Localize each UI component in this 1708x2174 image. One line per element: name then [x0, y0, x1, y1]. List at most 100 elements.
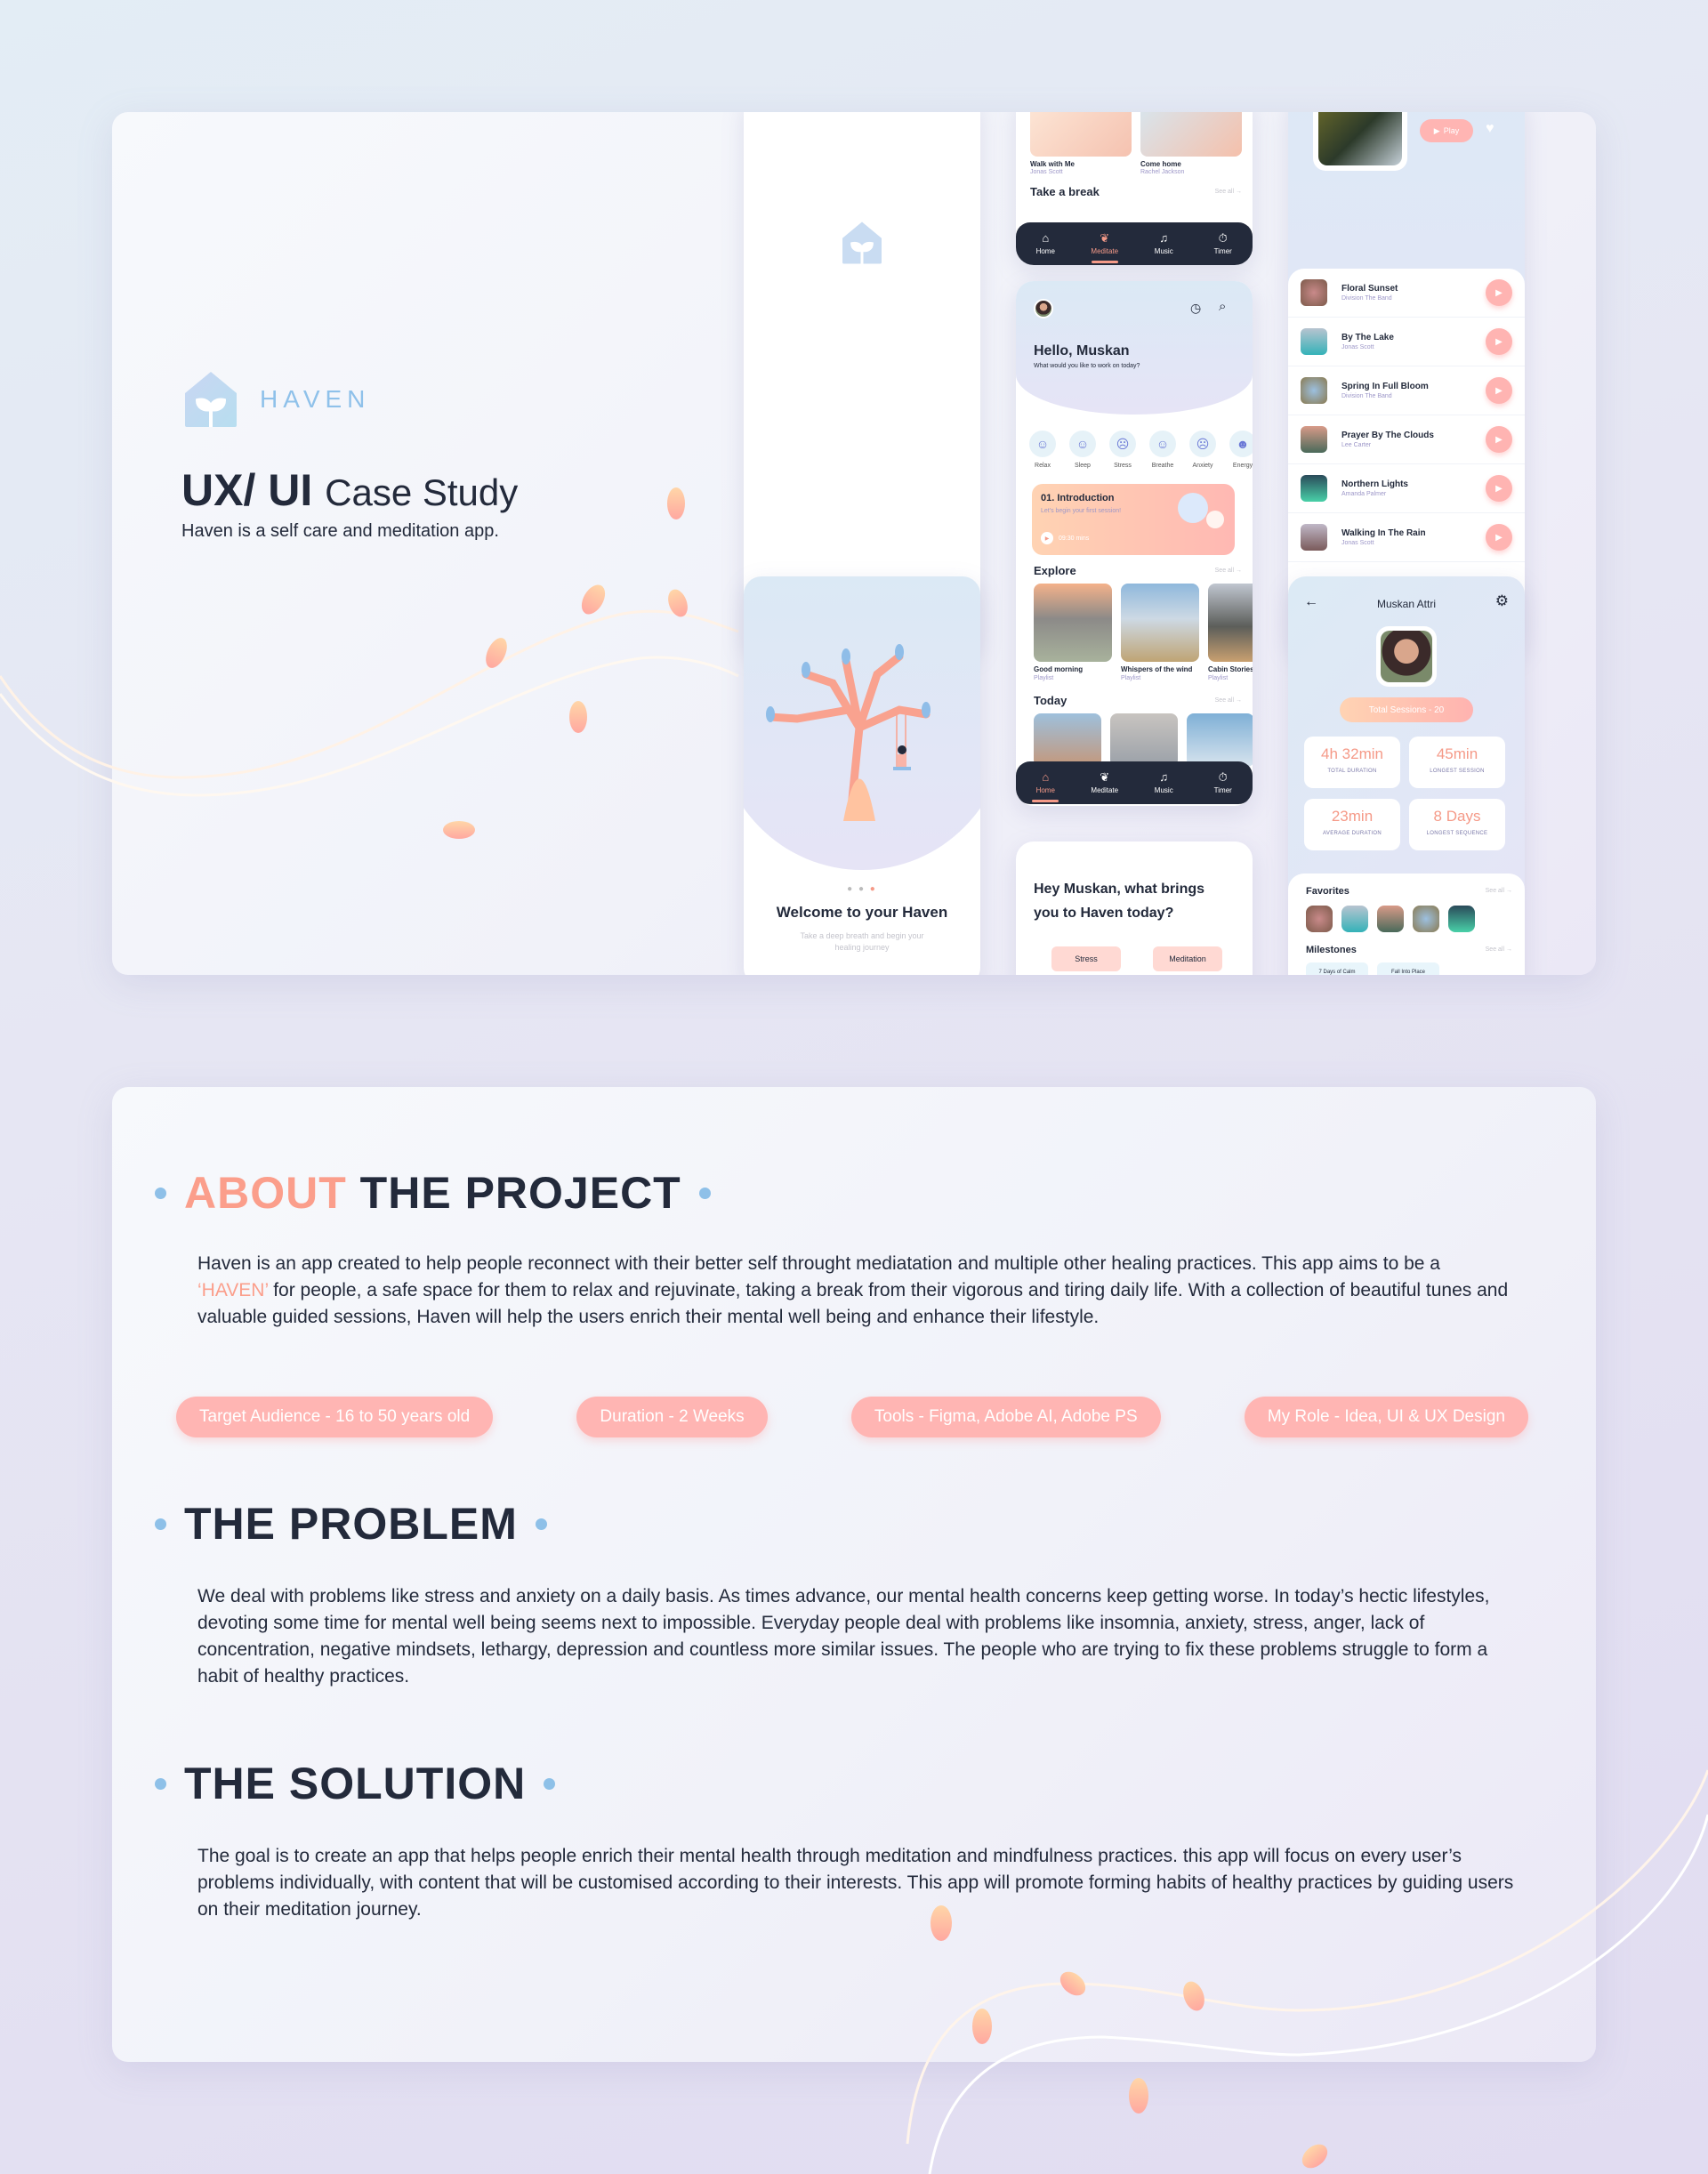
mood-stress[interactable]: ☹ Stress — [1107, 431, 1139, 469]
about-card: ABOUT THE PROJECT Haven is an app create… — [112, 1087, 1596, 2062]
meditate-card-image[interactable] — [1030, 112, 1132, 157]
meditate-card-author: Jonas Scott — [1030, 169, 1063, 175]
track-row[interactable]: Walking In The Rain Jonas Scott ▶ — [1288, 513, 1525, 562]
heading-accent: ABOUT — [184, 1168, 347, 1218]
explore-card-title: Whispers of the wind — [1121, 665, 1193, 673]
explore-card-type: Playlist — [1208, 675, 1229, 681]
play-icon[interactable]: ▶ — [1041, 532, 1053, 544]
bullet-dot — [698, 1187, 711, 1199]
play-icon[interactable]: ▶ — [1486, 475, 1512, 502]
favorite-thumbnail[interactable] — [1341, 906, 1368, 932]
search-icon[interactable]: ⌕ — [1219, 299, 1226, 314]
mood-list: ☺ Relax ☺ Sleep ☹ Stress ☺ Breathe ☹ Anxiety … — [1027, 431, 1253, 469]
explore-card-image[interactable] — [1121, 584, 1199, 662]
see-all-link[interactable]: See all → — [1215, 568, 1242, 574]
house-leaf-icon — [185, 372, 237, 427]
track-row[interactable]: Northern Lights Amanda Palmer ▶ — [1288, 464, 1525, 513]
play-icon[interactable]: ▶ — [1486, 328, 1512, 355]
duration-pill: Duration - 2 Weeks — [576, 1397, 768, 1437]
explore-card-image[interactable] — [1208, 584, 1253, 662]
bullet-dot — [535, 1518, 547, 1530]
today-card-image[interactable] — [1110, 713, 1178, 767]
nav-timer[interactable]: ⏱Timer — [1201, 232, 1245, 256]
play-icon[interactable]: ▶ — [1486, 377, 1512, 404]
sleepy-face-icon: ☺ — [1069, 431, 1096, 457]
mood-anxiety[interactable]: ☹ Anxiety — [1187, 431, 1219, 469]
mood-breathe[interactable]: ☺ Breathe — [1147, 431, 1179, 469]
see-all-link[interactable]: See all → — [1486, 888, 1512, 894]
play-icon[interactable]: ▶ — [1486, 524, 1512, 551]
page-title: UX/ UI Case Study — [181, 464, 518, 516]
welcome-screen-mockup: ● ● ● Welcome to your Haven Take a deep … — [744, 576, 980, 975]
carousel-dots[interactable]: ● ● ● — [744, 884, 980, 894]
onboarding-question-mockup: Hey Muskan, what brings you to Haven tod… — [1016, 841, 1253, 975]
role-pill: My Role - Idea, UI & UX Design — [1244, 1397, 1528, 1437]
favorite-thumbnail[interactable] — [1448, 906, 1475, 932]
today-card-image[interactable] — [1187, 713, 1253, 767]
favorite-thumbnail[interactable] — [1413, 906, 1439, 932]
total-sessions-badge: Total Sessions - 20 — [1340, 697, 1473, 722]
nav-meditate[interactable]: ❦Meditate — [1083, 232, 1127, 263]
track-thumbnail — [1301, 328, 1327, 355]
nav-home[interactable]: ⌂Home — [1023, 231, 1068, 256]
greeting-prompt: What would you like to work on today? — [1034, 363, 1140, 369]
track-thumbnail — [1301, 524, 1327, 551]
avatar[interactable] — [1034, 299, 1053, 318]
track-row[interactable]: Floral Sunset Division The Band ▶ — [1288, 269, 1525, 318]
profile-photo[interactable] — [1376, 626, 1437, 687]
project-facts: Target Audience - 16 to 50 years old Dur… — [176, 1397, 1528, 1437]
option-stress-button[interactable]: Stress — [1051, 946, 1121, 971]
meditate-card-title: Come home — [1140, 160, 1181, 168]
milestone-card[interactable]: Fall Into Place — [1377, 962, 1439, 975]
option-meditation-button[interactable]: Meditation — [1153, 946, 1222, 971]
nav-meditate[interactable]: ❦Meditate — [1083, 771, 1127, 795]
today-card-image[interactable] — [1034, 713, 1101, 767]
explore-card-type: Playlist — [1121, 675, 1141, 681]
nav-timer[interactable]: ⏱Timer — [1201, 771, 1245, 795]
history-icon[interactable]: ◷ — [1190, 301, 1201, 316]
meditate-card-image[interactable] — [1140, 112, 1242, 157]
see-all-link[interactable]: See all → — [1486, 946, 1512, 953]
heart-icon[interactable]: ♥ — [1486, 121, 1494, 137]
heading-rest: THE PROJECT — [359, 1168, 681, 1218]
tools-pill: Tools - Figma, Adobe AI, Adobe PS — [850, 1397, 1161, 1437]
intro-duration: 09:30 mins — [1059, 535, 1090, 542]
milestone-card[interactable]: 7 Days of Calm — [1306, 962, 1368, 975]
welcome-subtitle: Take a deep breath and begin your healin… — [800, 931, 924, 952]
relaxed-face-icon: ☺ — [1029, 431, 1056, 457]
explore-card-image[interactable] — [1034, 584, 1112, 662]
mood-energy[interactable]: ☻ Energy — [1227, 431, 1253, 469]
favorite-thumbnail[interactable] — [1377, 906, 1404, 932]
about-paragraph: Haven is an app created to help people r… — [197, 1253, 1509, 1327]
play-icon[interactable]: ▶ — [1486, 279, 1512, 306]
see-all-link[interactable]: See all → — [1215, 697, 1242, 704]
stat-card: 45min LONGEST SESSION — [1409, 737, 1505, 788]
track-row[interactable]: Spring In Full Bloom Division The Band ▶ — [1288, 366, 1525, 415]
favorite-thumbnail[interactable] — [1306, 906, 1333, 932]
nav-home[interactable]: ⌂Home — [1023, 770, 1068, 802]
house-leaf-icon — [842, 221, 882, 264]
calm-face-icon: ☺ — [1149, 431, 1176, 457]
today-title: Today — [1034, 694, 1068, 707]
intro-session-card[interactable]: 01. Introduction Let's begin your first … — [1032, 484, 1235, 555]
track-row[interactable]: Prayer By The Clouds Lee Carter ▶ — [1288, 415, 1525, 464]
track-thumbnail — [1301, 426, 1327, 453]
play-button[interactable]: ▶ Play — [1420, 119, 1473, 142]
hero-card: HAVEN UX/ UI Case Study Haven is a self … — [112, 112, 1596, 975]
play-icon[interactable]: ▶ — [1486, 426, 1512, 453]
home-screen-mockup: ◷ ⌕ Hello, Muskan What would you like to… — [1016, 281, 1253, 806]
track-thumbnail — [1301, 279, 1327, 306]
nav-music[interactable]: ♫Music — [1141, 771, 1186, 795]
see-all-link[interactable]: See all → — [1215, 189, 1242, 195]
home-icon: ⌂ — [1042, 770, 1050, 784]
settings-gear-icon[interactable]: ⚙ — [1495, 592, 1509, 610]
stat-card: 8 Days LONGEST SEQUENCE — [1409, 799, 1505, 850]
meditate-card-title: Walk with Me — [1030, 160, 1075, 168]
favorites-title: Favorites — [1306, 886, 1349, 897]
onboarding-question: Hey Muskan, what brings you to Haven tod… — [1034, 882, 1205, 921]
nav-music[interactable]: ♫Music — [1141, 232, 1186, 256]
home-icon: ⌂ — [1042, 231, 1050, 245]
mood-sleep[interactable]: ☺ Sleep — [1067, 431, 1099, 469]
track-row[interactable]: By The Lake Jonas Scott ▶ — [1288, 318, 1525, 366]
mood-relax[interactable]: ☺ Relax — [1027, 431, 1059, 469]
